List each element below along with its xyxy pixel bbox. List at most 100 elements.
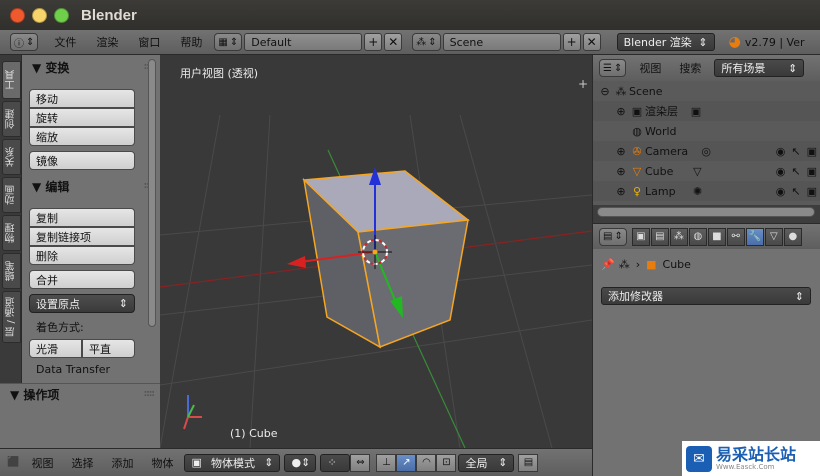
pin-icon[interactable]: 📌 (601, 258, 615, 271)
remove-layout-button[interactable]: ✕ (384, 33, 403, 51)
render-engine-select[interactable]: Blender 渲染 ⇕ (616, 33, 715, 51)
outliner-scrollbar[interactable] (597, 207, 815, 217)
menu-help[interactable]: 帮助 (170, 34, 212, 50)
tab-physics[interactable]: 物理 (2, 215, 21, 251)
rotate-button[interactable]: 旋转 (29, 108, 135, 127)
render-icon[interactable]: ▣ (807, 145, 817, 158)
join-button[interactable]: 合并 (29, 270, 135, 289)
delete-button[interactable]: 删除 (29, 246, 135, 265)
mode-select[interactable]: ▣ 物体模式 ⇕ (184, 453, 281, 472)
expand-icon[interactable]: ⊕ (613, 103, 629, 119)
menu-add[interactable]: 添加 (102, 455, 142, 471)
scene-select[interactable]: ⁂ ⇕ (412, 33, 441, 51)
shade-flat-button[interactable]: 平直 (82, 339, 135, 358)
add-modifier-dropdown[interactable]: 添加修改器 ⇕ (601, 287, 811, 305)
outliner-row-world[interactable]: ◍ World (593, 121, 820, 141)
scale-manipulator-button[interactable]: ⊡ (436, 453, 457, 472)
transform-panel-header[interactable]: ▼ 变换 :::: (22, 57, 160, 77)
eye-icon[interactable]: ◉ (776, 165, 786, 178)
outliner-row-camera[interactable]: ⊕ ✇ Camera ◎ ◉ ↖ ▣ (593, 141, 820, 161)
window-minimize-button[interactable] (32, 7, 47, 23)
menu-render[interactable]: 渲染 (86, 34, 128, 50)
render-icon[interactable]: ▣ (807, 185, 817, 198)
outliner-row-cube[interactable]: ⊕ ▽ Cube ▽ ◉ ↖ ▣ (593, 161, 820, 181)
properties-editor-type-select[interactable]: ▤ ⇕ (599, 227, 627, 246)
outliner-row-scene[interactable]: ⊖ ⁂ Scene (593, 81, 820, 101)
panel-title: ▼ 编辑 (32, 179, 70, 194)
tab-relations[interactable]: 关系 (2, 139, 21, 175)
viewport-shading-select[interactable]: ● ⇕ (284, 453, 317, 472)
expand-icon[interactable]: ⊕ (613, 143, 629, 159)
scale-button[interactable]: 缩放 (29, 127, 135, 146)
outliner-editor-type-select[interactable]: ☰ ⇕ (599, 59, 627, 77)
shade-smooth-button[interactable]: 光滑 (29, 339, 82, 358)
remove-scene-button[interactable]: ✕ (582, 33, 601, 51)
constraints-tab-icon[interactable]: ⚯ (726, 227, 745, 246)
menu-view[interactable]: 视图 (22, 455, 62, 471)
add-layout-button[interactable]: + (364, 33, 383, 51)
outliner-icon: ☰ (603, 62, 612, 74)
window-maximize-button[interactable] (54, 7, 69, 23)
version-label: v2.79 | Ver (744, 35, 805, 49)
menu-select[interactable]: 选择 (62, 455, 102, 471)
duplicate-linked-button[interactable]: 复制链接项 (29, 227, 135, 246)
menu-object[interactable]: 物体 (142, 455, 182, 471)
translate-manipulator-button[interactable]: ↗ (396, 453, 417, 472)
3d-viewport[interactable]: 用户视图 (透视) (1) Cube + (160, 55, 592, 448)
pivot-point-select[interactable]: ⁘ (320, 453, 351, 472)
tab-label: 关系 (6, 147, 17, 167)
tab-animation[interactable]: 动画 (2, 177, 21, 213)
expand-icon[interactable]: ⊕ (613, 163, 629, 179)
scene-field[interactable]: Scene (442, 33, 561, 51)
object-tab-icon[interactable]: ■ (707, 227, 726, 246)
tab-layers-passes[interactable]: 层 / 通道 (2, 291, 21, 343)
site-watermark: ✉ 易采站长站 Www.Easck.Com (682, 441, 820, 476)
info-editor-type-select[interactable]: ⓘ ⇕ (10, 33, 39, 51)
cursor-icon[interactable]: ↖ (791, 165, 800, 178)
collapse-icon[interactable]: ⊖ (597, 83, 613, 99)
drag-grip-icon[interactable]: :::: (144, 389, 155, 399)
world-tab-icon[interactable]: ◍ (688, 227, 707, 246)
duplicate-button[interactable]: 复制 (29, 208, 135, 227)
window-close-button[interactable] (10, 7, 25, 23)
tab-label: 工具 (6, 70, 17, 90)
tab-grease-pencil[interactable]: 蜡笔 (2, 253, 21, 289)
transform-orientation-select[interactable]: 全局 ⇕ (458, 453, 515, 472)
outliner-menu-search[interactable]: 搜索 (670, 60, 710, 76)
scene-tab-icon[interactable]: ⁂ (669, 227, 688, 246)
outliner-display-mode-select[interactable]: 所有场景 ⇕ (714, 59, 805, 77)
screen-layout-select[interactable]: ▦ ⇕ (214, 33, 243, 51)
menu-file[interactable]: 文件 (44, 34, 86, 50)
operator-panel-header[interactable]: ▼ 操作项 :::: (0, 384, 160, 404)
layers-button[interactable]: ▤ (518, 453, 539, 472)
view3d-editor-type-select[interactable]: ⬛ (4, 454, 22, 472)
render-layers-tab-icon[interactable]: ▤ (650, 227, 669, 246)
eye-icon[interactable]: ◉ (776, 185, 786, 198)
axis-icon-button[interactable]: ⊥ (376, 453, 397, 472)
edit-panel-header[interactable]: ▼ 编辑 :::: (22, 176, 160, 196)
outliner-menu-view[interactable]: 视图 (630, 60, 670, 76)
menu-window[interactable]: 窗口 (128, 34, 170, 50)
render-tab-icon[interactable]: ▣ (631, 227, 650, 246)
material-tab-icon[interactable]: ● (783, 227, 802, 246)
set-origin-dropdown[interactable]: 设置原点 ⇕ (29, 294, 135, 313)
manipulator-toggle-button[interactable]: ⇔ (350, 453, 371, 472)
add-scene-button[interactable]: + (562, 33, 581, 51)
mirror-button[interactable]: 镜像 (29, 151, 135, 170)
cursor-icon[interactable]: ↖ (791, 145, 800, 158)
rotate-manipulator-button[interactable]: ◠ (416, 453, 437, 472)
screen-layout-field[interactable]: Default (244, 33, 363, 51)
add-region-icon[interactable]: + (578, 77, 588, 91)
render-icon[interactable]: ▣ (807, 165, 817, 178)
cursor-icon[interactable]: ↖ (791, 185, 800, 198)
data-tab-icon[interactable]: ▽ (764, 227, 783, 246)
expand-icon[interactable]: ⊕ (613, 183, 629, 199)
outliner-row-lamp[interactable]: ⊕ ♀ Lamp ✺ ◉ ↖ ▣ (593, 181, 820, 201)
outliner-row-render-layers[interactable]: ⊕ ▣ 渲染层 ▣ (593, 101, 820, 121)
modifiers-tab-icon[interactable]: 🔧 (745, 227, 764, 246)
tool-shelf-scrollbar[interactable] (148, 59, 156, 327)
tab-tools[interactable]: 工具 (2, 61, 21, 99)
eye-icon[interactable]: ◉ (776, 145, 786, 158)
tab-create[interactable]: 创建 (2, 101, 21, 137)
translate-button[interactable]: 移动 (29, 89, 135, 108)
